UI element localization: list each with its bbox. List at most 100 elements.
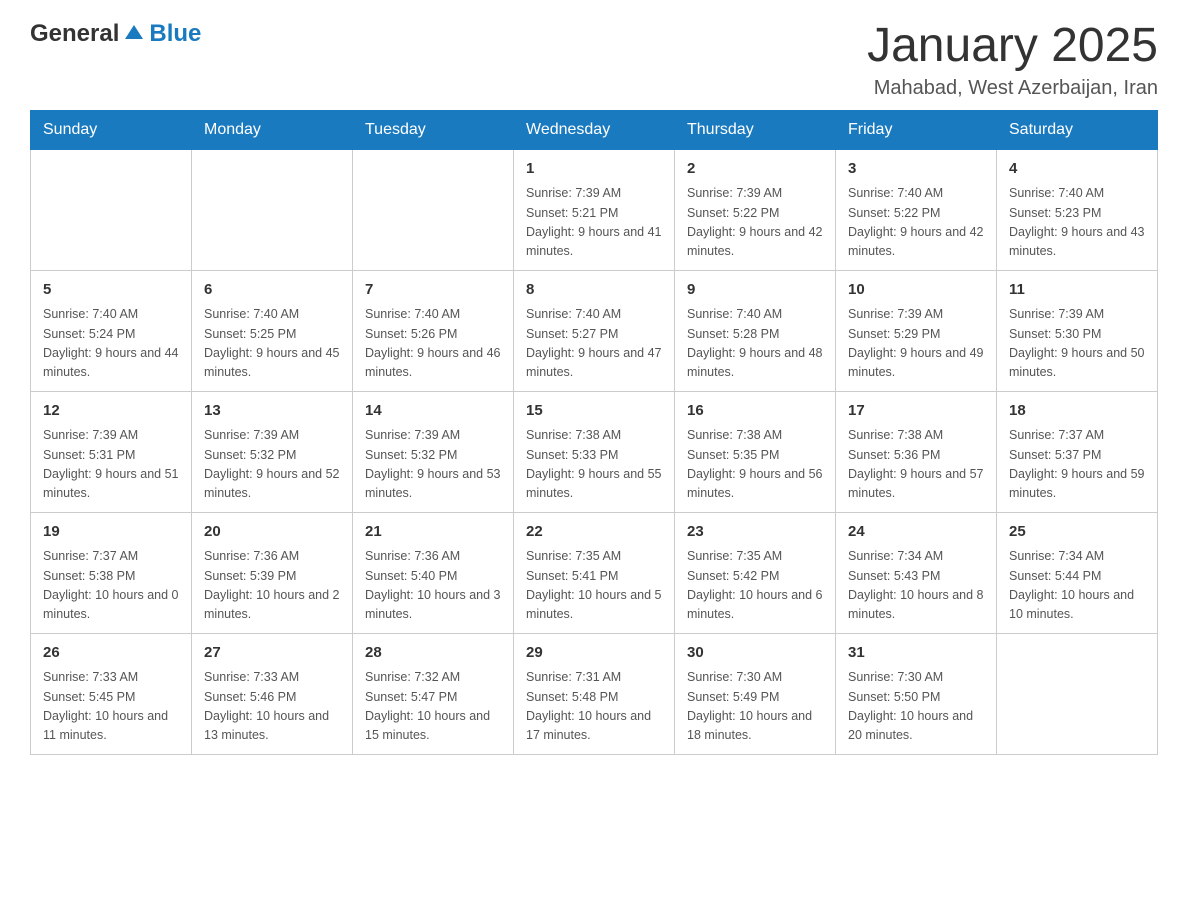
day-number: 18 [1009,400,1145,423]
table-row [192,149,353,270]
calendar-week-row: 12Sunrise: 7:39 AM Sunset: 5:31 PM Dayli… [31,391,1158,512]
day-info: Sunrise: 7:38 AM Sunset: 5:36 PM Dayligh… [848,426,984,504]
header-thursday: Thursday [675,110,836,149]
table-row: 8 Sunrise: 7:40 AM Sunset: 5:27 PM Daylig… [514,270,675,391]
table-row: 6 Sunrise: 7:40 AM Sunset: 5:25 PM Daylig… [192,270,353,391]
table-row: 13 Sunrise: 7:39 AM Sunset: 5:32 PM Dayli… [192,391,353,512]
day-info: Sunrise: 7:37 AM Sunset: 5:37 PM Dayligh… [1009,426,1145,504]
day-info: Sunrise: 7:39 AM Sunset: 5:21 PM Dayligh… [526,184,662,262]
day-number: 2 [687,158,823,181]
logo-triangle-icon [125,23,143,46]
day-info: Sunrise: 7:39 AM Sunset: 5:32 PM Dayligh… [204,426,340,504]
day-number: 12 [43,400,179,423]
table-row: 25 Sunrise: 7:34 AM Sunset: 5:44 PM Dayli… [997,512,1158,633]
day-info: Sunrise: 7:36 AM Sunset: 5:39 PM Dayligh… [204,547,340,625]
day-number: 7 [365,279,501,302]
day-info: Sunrise: 7:40 AM Sunset: 5:26 PM Dayligh… [365,305,501,383]
day-number: 20 [204,521,340,544]
day-info: Sunrise: 7:33 AM Sunset: 5:45 PM Dayligh… [43,668,179,746]
table-row: 10 Sunrise: 7:39 AM Sunset: 5:29 PM Dayli… [836,270,997,391]
day-info: Sunrise: 7:40 AM Sunset: 5:27 PM Dayligh… [526,305,662,383]
day-number: 19 [43,521,179,544]
table-row: 20 Sunrise: 7:36 AM Sunset: 5:39 PM Dayli… [192,512,353,633]
day-number: 26 [43,642,179,665]
day-info: Sunrise: 7:39 AM Sunset: 5:29 PM Dayligh… [848,305,984,383]
day-info: Sunrise: 7:40 AM Sunset: 5:23 PM Dayligh… [1009,184,1145,262]
table-row: 15 Sunrise: 7:38 AM Sunset: 5:33 PM Dayli… [514,391,675,512]
table-row: 4 Sunrise: 7:40 AM Sunset: 5:23 PM Daylig… [997,149,1158,270]
header-monday: Monday [192,110,353,149]
day-number: 9 [687,279,823,302]
day-info: Sunrise: 7:38 AM Sunset: 5:35 PM Dayligh… [687,426,823,504]
day-info: Sunrise: 7:40 AM Sunset: 5:28 PM Dayligh… [687,305,823,383]
day-info: Sunrise: 7:36 AM Sunset: 5:40 PM Dayligh… [365,547,501,625]
logo-blue-text: Blue [149,20,201,48]
day-number: 4 [1009,158,1145,181]
day-info: Sunrise: 7:30 AM Sunset: 5:49 PM Dayligh… [687,668,823,746]
day-number: 25 [1009,521,1145,544]
table-row: 22 Sunrise: 7:35 AM Sunset: 5:41 PM Dayli… [514,512,675,633]
logo: General Blue [30,20,201,48]
table-row: 17 Sunrise: 7:38 AM Sunset: 5:36 PM Dayli… [836,391,997,512]
day-number: 29 [526,642,662,665]
calendar-week-row: 26 Sunrise: 7:33 AM Sunset: 5:45 PM Dayli… [31,633,1158,754]
header-sunday: Sunday [31,110,192,149]
day-number: 6 [204,279,340,302]
table-row: 3Sunrise: 7:40 AM Sunset: 5:22 PM Daylig… [836,149,997,270]
calendar-title: January 2025 [867,20,1158,73]
day-number: 16 [687,400,823,423]
calendar-week-row: 5 Sunrise: 7:40 AM Sunset: 5:24 PM Daylig… [31,270,1158,391]
day-number: 11 [1009,279,1145,302]
day-number: 3 [848,158,984,181]
day-number: 10 [848,279,984,302]
table-row: 19 Sunrise: 7:37 AM Sunset: 5:38 PM Dayli… [31,512,192,633]
day-number: 23 [687,521,823,544]
day-info: Sunrise: 7:30 AM Sunset: 5:50 PM Dayligh… [848,668,984,746]
day-number: 15 [526,400,662,423]
day-info: Sunrise: 7:32 AM Sunset: 5:47 PM Dayligh… [365,668,501,746]
table-row [31,149,192,270]
table-row: 23 Sunrise: 7:35 AM Sunset: 5:42 PM Dayli… [675,512,836,633]
table-row: 31 Sunrise: 7:30 AM Sunset: 5:50 PM Dayli… [836,633,997,754]
day-number: 22 [526,521,662,544]
header-tuesday: Tuesday [353,110,514,149]
table-row [997,633,1158,754]
day-info: Sunrise: 7:40 AM Sunset: 5:25 PM Dayligh… [204,305,340,383]
day-info: Sunrise: 7:39 AM Sunset: 5:22 PM Dayligh… [687,184,823,262]
day-info: Sunrise: 7:33 AM Sunset: 5:46 PM Dayligh… [204,668,340,746]
table-row: 14Sunrise: 7:39 AM Sunset: 5:32 PM Dayli… [353,391,514,512]
table-row: 1 Sunrise: 7:39 AM Sunset: 5:21 PM Daylig… [514,149,675,270]
table-row: 28Sunrise: 7:32 AM Sunset: 5:47 PM Dayli… [353,633,514,754]
day-info: Sunrise: 7:34 AM Sunset: 5:44 PM Dayligh… [1009,547,1145,625]
calendar-week-row: 1 Sunrise: 7:39 AM Sunset: 5:21 PM Daylig… [31,149,1158,270]
table-row: 30Sunrise: 7:30 AM Sunset: 5:49 PM Dayli… [675,633,836,754]
day-info: Sunrise: 7:34 AM Sunset: 5:43 PM Dayligh… [848,547,984,625]
day-number: 31 [848,642,984,665]
calendar-subtitle: Mahabad, West Azerbaijan, Iran [867,77,1158,100]
weekday-header-row: Sunday Monday Tuesday Wednesday Thursday… [31,110,1158,149]
day-info: Sunrise: 7:39 AM Sunset: 5:30 PM Dayligh… [1009,305,1145,383]
table-row: 5 Sunrise: 7:40 AM Sunset: 5:24 PM Daylig… [31,270,192,391]
day-info: Sunrise: 7:35 AM Sunset: 5:41 PM Dayligh… [526,547,662,625]
day-info: Sunrise: 7:37 AM Sunset: 5:38 PM Dayligh… [43,547,179,625]
day-info: Sunrise: 7:35 AM Sunset: 5:42 PM Dayligh… [687,547,823,625]
header-friday: Friday [836,110,997,149]
day-number: 21 [365,521,501,544]
header-saturday: Saturday [997,110,1158,149]
table-row: 7 Sunrise: 7:40 AM Sunset: 5:26 PM Daylig… [353,270,514,391]
day-number: 17 [848,400,984,423]
day-info: Sunrise: 7:38 AM Sunset: 5:33 PM Dayligh… [526,426,662,504]
table-row: 2 Sunrise: 7:39 AM Sunset: 5:22 PM Daylig… [675,149,836,270]
table-row: 26 Sunrise: 7:33 AM Sunset: 5:45 PM Dayli… [31,633,192,754]
day-number: 1 [526,158,662,181]
table-row: 9 Sunrise: 7:40 AM Sunset: 5:28 PM Daylig… [675,270,836,391]
day-number: 5 [43,279,179,302]
day-number: 27 [204,642,340,665]
calendar-week-row: 19 Sunrise: 7:37 AM Sunset: 5:38 PM Dayli… [31,512,1158,633]
day-number: 13 [204,400,340,423]
day-info: Sunrise: 7:40 AM Sunset: 5:24 PM Dayligh… [43,305,179,383]
table-row: 11 Sunrise: 7:39 AM Sunset: 5:30 PM Dayli… [997,270,1158,391]
title-area: January 2025 Mahabad, West Azerbaijan, I… [867,20,1158,100]
day-number: 8 [526,279,662,302]
table-row: 16 Sunrise: 7:38 AM Sunset: 5:35 PM Dayli… [675,391,836,512]
